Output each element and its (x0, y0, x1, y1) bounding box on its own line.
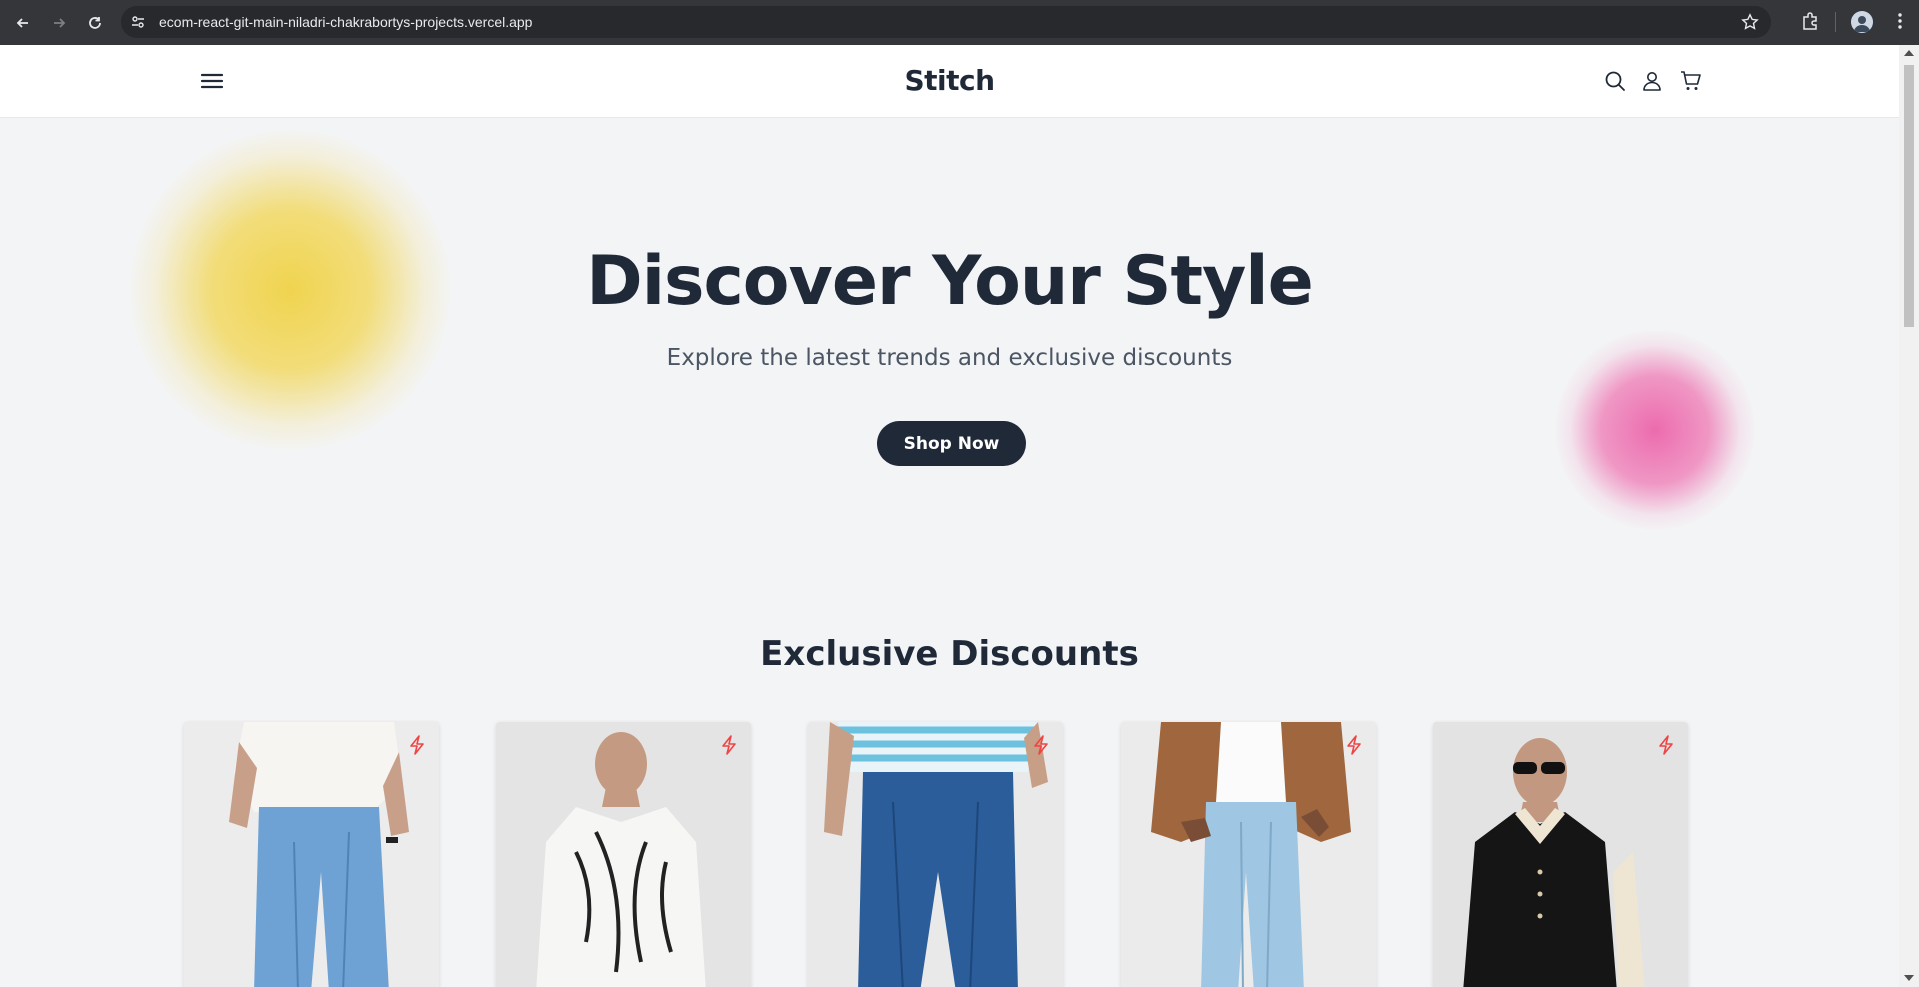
profile-avatar[interactable] (1851, 11, 1873, 33)
bolt-icon (1347, 735, 1361, 755)
back-icon[interactable] (6, 6, 40, 40)
scrollbar-thumb[interactable] (1904, 65, 1914, 327)
site-header: Stitch (0, 45, 1899, 118)
scroll-down-arrow-icon[interactable] (1904, 975, 1914, 981)
product-card[interactable] (1433, 722, 1688, 987)
product-card[interactable] (1121, 722, 1376, 987)
user-icon[interactable] (1640, 69, 1664, 93)
browser-toolbar: ecom-react-git-main-niladri-chakrabortys… (0, 0, 1919, 45)
page-scrollbar[interactable] (1899, 45, 1919, 987)
toolbar-separator (1835, 12, 1836, 32)
bolt-icon (1659, 735, 1673, 755)
reload-icon[interactable] (78, 6, 112, 40)
product-card[interactable] (496, 722, 751, 987)
cart-icon[interactable] (1679, 69, 1703, 93)
url-text: ecom-react-git-main-niladri-chakrabortys… (159, 14, 533, 30)
scroll-up-arrow-icon[interactable] (1904, 50, 1914, 56)
bolt-icon (722, 735, 736, 755)
shop-now-button[interactable]: Shop Now (877, 421, 1026, 466)
extensions-icon[interactable] (1800, 11, 1820, 31)
bolt-icon (1034, 735, 1048, 755)
bolt-icon (410, 735, 424, 755)
product-card[interactable] (808, 722, 1063, 987)
hero-subtitle: Explore the latest trends and exclusive … (666, 345, 1233, 371)
browser-menu-icon[interactable] (1890, 11, 1910, 31)
hero-title: Discover Your Style (586, 242, 1313, 321)
site-info-icon[interactable] (127, 11, 149, 33)
product-image (808, 722, 1063, 987)
product-image (184, 722, 439, 987)
section-title-exclusive-discounts: Exclusive Discounts (760, 634, 1139, 674)
bookmark-star-icon[interactable] (1741, 13, 1759, 31)
forward-icon[interactable] (42, 6, 76, 40)
product-image (1121, 722, 1376, 987)
product-card[interactable] (184, 722, 439, 987)
address-bar[interactable]: ecom-react-git-main-niladri-chakrabortys… (121, 6, 1771, 38)
product-image (496, 722, 751, 987)
search-icon[interactable] (1603, 69, 1627, 93)
product-image (1433, 722, 1688, 987)
